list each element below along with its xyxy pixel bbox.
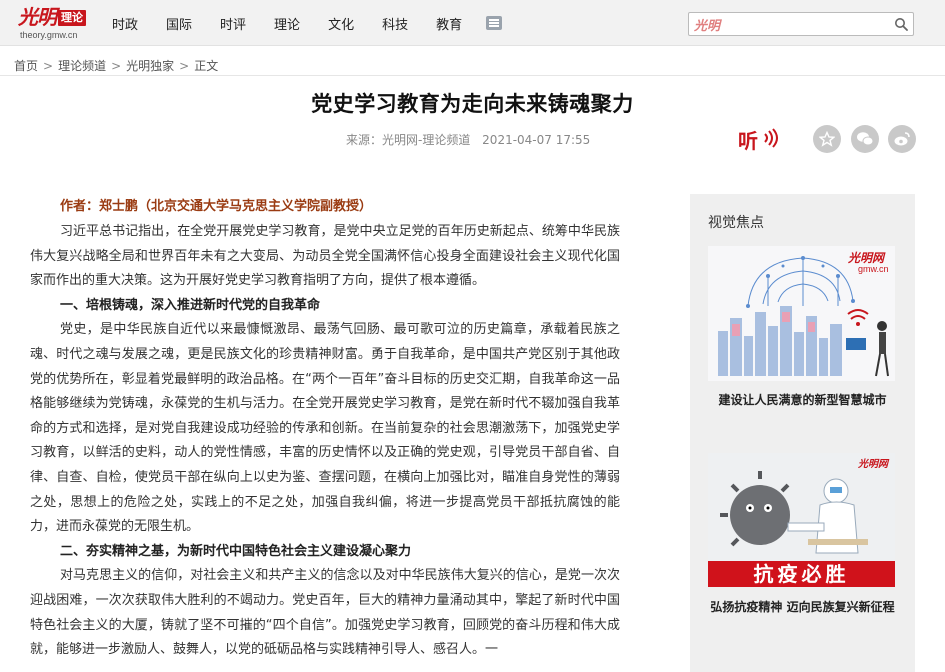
listen-button[interactable]: 听 — [738, 124, 782, 153]
anti-epidemic-illustration[interactable]: 光明网 抗疫必胜 — [708, 453, 895, 587]
search-icon[interactable] — [894, 17, 908, 31]
card-badge: 光明网 — [857, 458, 890, 470]
menu-icon[interactable] — [486, 16, 503, 30]
article-paragraph: 对马克思主义的信仰，对社会主义和共产主义的信念以及对中华民族伟大复兴的信心，是党… — [30, 568, 620, 658]
nav-item-commentary[interactable]: 时评 — [220, 14, 246, 33]
nav-item-technology[interactable]: 科技 — [382, 14, 408, 33]
wechat-icon — [857, 132, 874, 146]
top-bar: 光明 理论 theory.gmw.cn 时政 国际 时评 理论 文化 科技 教育… — [0, 0, 945, 46]
breadcrumb-home[interactable]: 首页 — [14, 57, 38, 74]
nav-item-culture[interactable]: 文化 — [328, 14, 354, 33]
section-heading: 一、培根铸魂，深入推进新时代党的自我革命 — [60, 297, 321, 313]
article-meta: 来源：光明网-理论频道 2021-04-07 17:55 — [346, 131, 590, 148]
nav-item-education[interactable]: 教育 — [436, 14, 462, 33]
article-title: 党史学习教育为走向未来铸魂聚力 — [311, 92, 634, 116]
card-caption-smart-city[interactable]: 建设让人民满意的新型智慧城市 — [700, 391, 905, 408]
favorite-button[interactable] — [813, 125, 841, 153]
article-paragraph: 党史，是中华民族自近代以来最慷慨激昂、最荡气回肠、最可歌可泣的历史篇章，承载着民… — [30, 322, 620, 535]
card-badge-url: gmw.cn — [858, 264, 889, 274]
logo-mark: 光明 — [18, 5, 57, 29]
section-heading: 二、夯实精神之基，为新时代中国特色社会主义建设凝心聚力 — [60, 543, 412, 559]
listen-label: 听 — [738, 129, 758, 153]
article-paragraph: 习近平总书记指出，在全党开展党史学习教育，是党中央立足党的百年历史新起点、统筹中… — [30, 224, 620, 289]
sidebar-title: 视觉焦点 — [708, 215, 764, 231]
article-body: 作者：郑士鹏（北京交通大学马克思主义学院副教授） 习近平总书记指出，在全党开展党… — [30, 195, 620, 663]
card-badge: 光明网 — [847, 251, 886, 265]
nav-item-international[interactable]: 国际 — [166, 14, 192, 33]
smart-city-illustration[interactable]: 光明网 gmw.cn — [708, 246, 895, 381]
breadcrumb-separator: > — [179, 58, 190, 73]
search-box: 光明 — [688, 12, 914, 36]
breadcrumb: 首页 > 理论频道 > 光明独家 > 正文 — [14, 57, 218, 74]
logo-url: theory.gmw.cn — [20, 30, 78, 40]
article-author: 作者：郑士鹏（北京交通大学马克思主义学院副教授） — [60, 199, 373, 214]
breadcrumb-separator: > — [43, 58, 54, 73]
breadcrumb-separator: > — [111, 58, 122, 73]
site-logo[interactable]: 光明 理论 theory.gmw.cn — [18, 6, 92, 42]
weibo-share-button[interactable] — [888, 125, 916, 153]
main-nav: 时政 国际 时评 理论 文化 科技 教育 — [112, 0, 503, 46]
search-input[interactable] — [735, 15, 875, 33]
breadcrumb-current: 正文 — [194, 59, 219, 73]
nav-item-politics[interactable]: 时政 — [112, 14, 138, 33]
card-caption-anti-epidemic[interactable]: 弘扬抗疫精神 迈向民族复兴新征程 — [700, 598, 905, 615]
header-divider — [0, 75, 945, 76]
wechat-share-button[interactable] — [851, 125, 879, 153]
nav-item-theory[interactable]: 理论 — [274, 14, 300, 33]
search-logo: 光明 — [694, 19, 721, 34]
logo-badge: 理论 — [58, 10, 86, 26]
weibo-icon — [894, 132, 910, 146]
breadcrumb-theory-channel[interactable]: 理论频道 — [58, 57, 106, 74]
sidebar-visual-focus: 视觉焦点 光明网 gmw.cn 建设让人民满意的新型智慧城市 光明网 抗疫必胜 … — [690, 194, 915, 672]
star-icon — [819, 131, 835, 147]
article-source: 来源：光明网-理论频道 — [346, 133, 471, 147]
audio-wave-icon — [764, 128, 778, 148]
breadcrumb-exclusive[interactable]: 光明独家 — [126, 57, 174, 74]
article-date: 2021-04-07 17:55 — [482, 133, 591, 147]
card-banner-text: 抗疫必胜 — [754, 562, 850, 586]
